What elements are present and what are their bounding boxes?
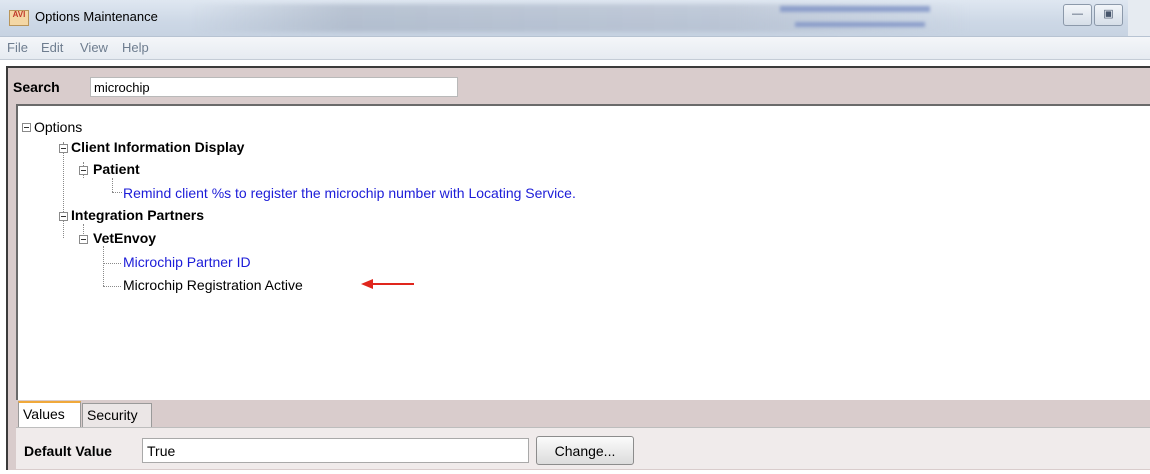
- tab-security[interactable]: Security: [82, 403, 152, 427]
- search-label: Search: [13, 79, 60, 95]
- tree-connector: [103, 286, 121, 287]
- tree-node-patient[interactable]: Patient: [93, 160, 140, 178]
- window-title: Options Maintenance: [35, 9, 158, 24]
- menu-view[interactable]: View: [80, 40, 108, 55]
- tree-node-client-information-display[interactable]: Client Information Display: [71, 138, 244, 156]
- maximize-button[interactable]: ▣: [1094, 4, 1123, 26]
- default-value-field[interactable]: [142, 438, 529, 463]
- tree-leaf-microchip-registration-active[interactable]: Microchip Registration Active: [123, 276, 303, 294]
- tree-leaf-remind-client[interactable]: Remind client %s to register the microch…: [123, 184, 576, 202]
- annotation-arrow-line: [372, 283, 414, 285]
- menu-file[interactable]: File: [7, 40, 28, 55]
- app-logo-icon: AVI: [9, 10, 29, 26]
- title-bar-edge: [1128, 0, 1150, 36]
- blurred-background-link: [795, 22, 925, 27]
- tree-node-vetenvoy[interactable]: VetEnvoy: [93, 229, 156, 247]
- default-value-label: Default Value: [24, 443, 112, 459]
- tree-connector: [103, 263, 121, 264]
- collapse-icon[interactable]: [79, 235, 88, 244]
- tree-node-options[interactable]: Options: [34, 118, 82, 136]
- menu-help[interactable]: Help: [122, 40, 149, 55]
- collapse-icon[interactable]: [59, 212, 68, 221]
- tree-connector: [103, 246, 104, 286]
- collapse-icon[interactable]: [59, 144, 68, 153]
- collapse-icon[interactable]: [79, 166, 88, 175]
- tab-strip: [16, 400, 1150, 428]
- blurred-background-link: [780, 6, 930, 12]
- tree-leaf-microchip-partner-id[interactable]: Microchip Partner ID: [123, 253, 251, 271]
- tab-values[interactable]: Values: [18, 401, 81, 427]
- menu-edit[interactable]: Edit: [41, 40, 63, 55]
- minimize-button[interactable]: —: [1063, 4, 1092, 26]
- tree-connector: [112, 192, 122, 193]
- menu-bar: File Edit View Help: [0, 37, 1150, 60]
- title-bar: AVI Options Maintenance — ▣: [0, 0, 1150, 37]
- change-button[interactable]: Change...: [536, 436, 634, 465]
- collapse-icon[interactable]: [22, 123, 31, 132]
- tree-node-integration-partners[interactable]: Integration Partners: [71, 206, 204, 224]
- tree-connector: [112, 178, 113, 192]
- tree-connector: [63, 142, 64, 238]
- options-tree[interactable]: Options Client Information Display Patie…: [16, 104, 1150, 400]
- search-input[interactable]: [90, 77, 458, 97]
